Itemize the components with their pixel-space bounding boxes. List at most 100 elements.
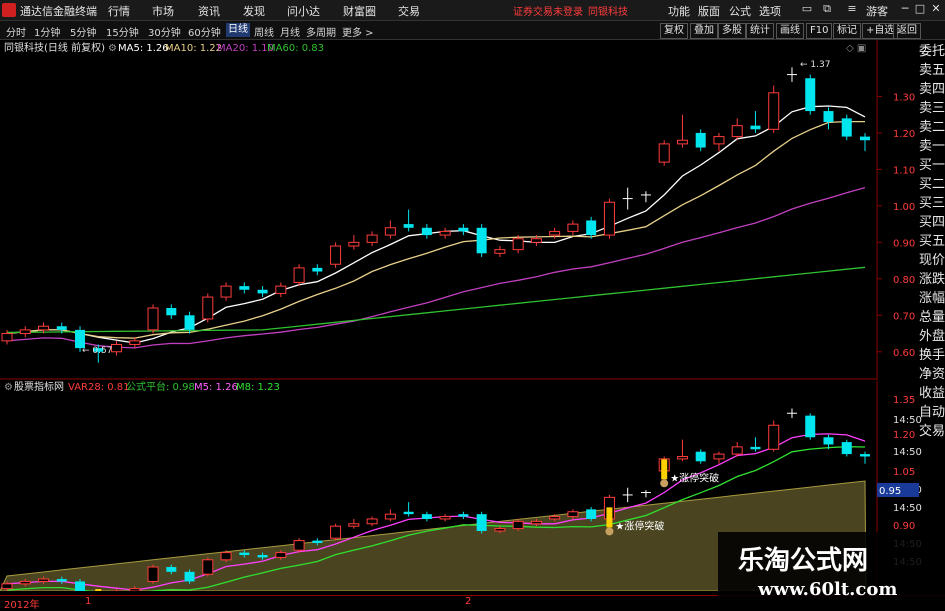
menu-jiaoyi[interactable]: 交易 [398,3,420,19]
signal-bar [661,459,668,480]
sidebar-label-2[interactable]: 卖四 [919,80,945,99]
menu-faxian[interactable]: 发现 [243,3,265,19]
sidebar-label-4[interactable]: 卖二 [919,118,945,137]
sidebar-label-9[interactable]: 买四 [919,213,945,232]
sidebar-label-1[interactable]: 卖五 [919,61,945,80]
menu-icon[interactable]: ≡ [845,2,859,16]
sidebar-label-10[interactable]: 买五 [919,232,945,251]
sidebar-label-0[interactable]: 委托 [919,42,945,61]
menu-caifuquan[interactable]: 财富圈 [343,3,376,19]
main-kline-chart[interactable]: 1.30 1.20 1.10 1.00 0.90 0.80 0.70 0.60 同银科技(日线… [0,40,945,380]
candle-body-up [567,223,579,232]
login-notice[interactable]: 证券交易未登录 [513,3,583,18]
sidebar-label-17[interactable]: 净资 [919,365,945,384]
candle-body-down [695,132,706,148]
tool-diejia[interactable]: 叠加 [690,23,718,39]
candle-body-up [111,343,123,353]
candle-body-up [676,139,688,145]
sub-candle-down [458,514,469,517]
sidebar-label-16[interactable]: 换手 [919,346,945,365]
period-15min[interactable]: 15分钟 [106,24,139,39]
sub-candle-up [768,424,780,450]
minimize-icon[interactable]: ─ [898,2,912,16]
menu-wenxiaoda[interactable]: 问小达 [287,3,320,19]
menu-shichang[interactable]: 市场 [152,3,174,19]
sidebar-label-8[interactable]: 买三 [919,194,945,213]
period-bar: 分时 1分钟 5分钟 15分钟 30分钟 60分钟 日线 周线 月线 多周期 更… [0,21,945,40]
candle-body-up [202,296,214,320]
sub-axis-label-4: 1.05 [893,467,915,478]
period-more[interactable]: 更多 > [342,24,374,39]
sub-settings-icon[interactable]: ⚙ [4,382,13,393]
main-axis-label-6: 0.70 [893,311,915,322]
candle-body-up [384,227,396,236]
restore-icon[interactable]: ⧉ [820,2,834,16]
sidebar-label-12[interactable]: 涨跌 [919,270,945,289]
tool-fanhui[interactable]: 返回 [893,23,921,39]
candle-body-up [713,136,725,145]
candle-body-up [220,285,232,298]
period-5min[interactable]: 5分钟 [70,24,96,39]
period-fenshi[interactable]: 分时 [6,24,26,39]
period-daily[interactable]: 日线 [226,23,250,37]
sidebar-label-11[interactable]: 现价 [919,251,945,270]
maximize-icon[interactable]: □ [913,2,927,16]
watermark-box: 乐淘公式网 www.60lt.com [718,532,945,609]
tool-fuquan[interactable]: 复权 [660,23,688,39]
period-multi[interactable]: 多周期 [306,24,336,39]
candle-body-up [549,230,561,236]
sub-candle-down [312,540,323,543]
signal-bar [606,507,613,528]
sidebar-label-14[interactable]: 总量 [919,308,945,327]
sub-candle-up [439,516,451,520]
menu-gongshi[interactable]: 公式 [729,3,751,19]
candle-body-up [129,340,141,345]
guest-label[interactable]: 游客 [866,3,888,19]
menu-hangqing[interactable]: 行情 [108,3,130,19]
sub-candle-down [403,511,414,515]
period-60min[interactable]: 60分钟 [188,24,221,39]
sidebar-label-19[interactable]: 自动 [919,403,945,422]
menu-gongneng[interactable]: 功能 [668,3,690,19]
chart-options-icon[interactable]: ◇ ▣ [846,43,866,54]
window-icon[interactable]: ▭ [800,2,814,16]
menu-banmian[interactable]: 版面 [698,3,720,19]
tool-huaxian[interactable]: 画线 [776,23,804,39]
sidebar-label-7[interactable]: 买二 [919,175,945,194]
sub-candle-down [421,514,432,519]
sub-candle-down [860,454,870,457]
main-settings-icon[interactable]: ⚙ [108,43,117,54]
tool-duogu[interactable]: 多股 [718,23,746,39]
tool-tongji[interactable]: 统计 [746,23,774,39]
sub-axis-label-7: 0.90 [893,521,915,532]
sidebar-label-15[interactable]: 外盘 [919,327,945,346]
date-month-1: 1 [85,596,92,607]
sub-candle-up [366,518,378,525]
close-icon[interactable]: ✕ [929,2,943,16]
period-monthly[interactable]: 月线 [280,24,300,39]
sidebar-label-5[interactable]: 卖一 [919,137,945,156]
candle-body-down [458,227,469,232]
period-1min[interactable]: 1分钟 [34,24,60,39]
period-30min[interactable]: 30分钟 [148,24,181,39]
tool-f10[interactable]: F10 [806,23,833,39]
sidebar-label-13[interactable]: 涨幅 [919,289,945,308]
candle-body-up [731,125,743,138]
legend-m5: M5: 1.26 [194,382,238,393]
sidebar-label-3[interactable]: 卖三 [919,99,945,118]
sidebar-label-6[interactable]: 买一 [919,156,945,175]
menu-bar: 通达信金融终端 行情 市场 资讯 发现 问小达 财富圈 交易 证券交易未登录 同… [0,0,945,21]
sidebar-label-20[interactable]: 交易 [919,422,945,441]
menu-xuanxiang[interactable]: 选项 [759,3,781,19]
sub-candle-up [731,446,743,455]
legend-platform: 公式平台: 0.98 [126,381,195,393]
tool-biaoji[interactable]: 标记 [833,23,861,39]
period-weekly[interactable]: 周线 [254,24,274,39]
menu-zixun[interactable]: 资讯 [198,3,220,19]
legend-ma5: MA5: 1.26 [118,43,169,54]
legend-ma10: MA10: 1.22 [165,43,222,54]
candle-body-up [530,238,542,243]
sub-candle-down [586,509,597,519]
sidebar-label-18[interactable]: 收益 [919,384,945,403]
legend-m8: M8: 1.23 [236,382,280,393]
